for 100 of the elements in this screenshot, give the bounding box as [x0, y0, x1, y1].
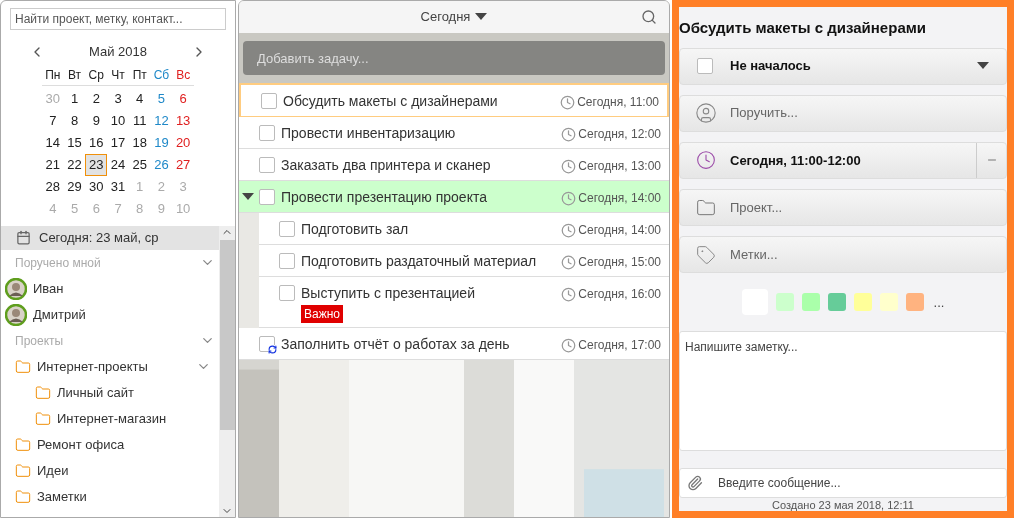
- filter-dropdown[interactable]: Сегодня: [420, 7, 488, 27]
- add-task-field[interactable]: Добавить задачу...: [243, 41, 665, 75]
- task-row[interactable]: Обсудить макеты с дизайнерами Сегодня, 11:00: [239, 83, 669, 117]
- sidebar-item[interactable]: Идеи: [37, 460, 211, 481]
- task-time: Сегодня, 14:00: [578, 190, 661, 207]
- task-time: Сегодня, 14:00: [578, 222, 661, 239]
- today-item[interactable]: Сегодня: 23 май, ср: [1, 225, 219, 250]
- calendar-day[interactable]: 27: [172, 153, 194, 176]
- calendar-day[interactable]: 12: [150, 109, 173, 132]
- status-checkbox[interactable]: [697, 58, 713, 75]
- task-row[interactable]: Заказать два принтера и сканер Сегодня, 13:00: [239, 149, 669, 181]
- calendar-day[interactable]: 31: [107, 175, 129, 198]
- paperclip-icon[interactable]: [687, 474, 703, 491]
- search-icon[interactable]: [641, 9, 657, 25]
- calendar-day[interactable]: 23: [85, 153, 108, 176]
- folder-icon: [15, 436, 31, 453]
- scrollbar[interactable]: [219, 225, 235, 517]
- weekday-label: Чт: [110, 66, 126, 84]
- task-checkbox[interactable]: [279, 253, 295, 269]
- clock-icon: [561, 126, 577, 142]
- color-swatch[interactable]: [853, 293, 872, 312]
- calendar-day[interactable]: 21: [42, 153, 64, 176]
- task-row[interactable]: Выступить с презентацией Важно Сегодня, 16:00: [259, 277, 669, 328]
- calendar-day[interactable]: 10: [107, 109, 129, 132]
- weekday-label: Вс: [175, 66, 192, 84]
- color-swatch[interactable]: [905, 293, 924, 312]
- note-field[interactable]: Напишите заметку...: [679, 331, 1007, 451]
- task-checkbox[interactable]: [279, 221, 295, 237]
- field-placeholder: Метки...: [730, 245, 779, 264]
- calendar-day[interactable]: 28: [42, 175, 64, 198]
- task-checkbox[interactable]: [259, 125, 275, 141]
- color-swatch[interactable]: [775, 293, 794, 312]
- calendar-day[interactable]: 16: [85, 131, 108, 154]
- calendar-day[interactable]: 19: [150, 131, 173, 154]
- task-row[interactable]: Заполнить отчёт о работах за день Сегодня, 17:00: [239, 328, 669, 360]
- calendar-day[interactable]: 25: [128, 153, 151, 176]
- caret-icon: [475, 13, 488, 21]
- calendar-day[interactable]: 30: [85, 175, 108, 198]
- calendar-day[interactable]: 20: [172, 131, 194, 154]
- sidebar-item[interactable]: Заметки: [37, 486, 211, 507]
- calendar-day[interactable]: 14: [42, 131, 64, 154]
- search-field[interactable]: Найти проект, метку, контакт...: [10, 8, 226, 30]
- task-row[interactable]: Подготовить раздаточный материал Сегодня, 15:00: [259, 245, 669, 277]
- time-field[interactable]: Сегодня, 11:00-12:00: [679, 141, 1007, 179]
- field-button[interactable]: Поручить...: [679, 94, 1007, 132]
- folder-icon: [35, 384, 51, 401]
- more-colors[interactable]: ...: [933, 292, 945, 313]
- collapse-caret-icon[interactable]: [242, 192, 254, 201]
- calendar-day[interactable]: 15: [63, 131, 86, 154]
- calendar-day[interactable]: 5: [150, 87, 173, 110]
- task-row[interactable]: Провести инвентаризацию Сегодня, 12:00: [239, 117, 669, 149]
- calendar-day[interactable]: 7: [42, 109, 64, 132]
- task-checkbox[interactable]: [259, 157, 275, 173]
- sidebar-item[interactable]: Интернет-проекты: [37, 356, 196, 377]
- task-row[interactable]: Провести презентацию проекта Сегодня, 14:00: [239, 181, 669, 213]
- calendar-day[interactable]: 9: [85, 109, 108, 132]
- status-dropdown[interactable]: Не началось: [679, 47, 1007, 85]
- field-placeholder: Поручить...: [730, 104, 799, 123]
- field-value: Сегодня, 11:00-12:00: [730, 151, 862, 170]
- field-button[interactable]: Метки...: [679, 236, 1007, 274]
- task-checkbox[interactable]: [261, 93, 277, 109]
- task-row[interactable]: Подготовить зал Сегодня, 14:00: [259, 213, 669, 245]
- clock-icon: [561, 286, 577, 302]
- task-checkbox[interactable]: [279, 285, 295, 301]
- avatar-icon: [5, 277, 27, 300]
- calendar-day[interactable]: 29: [63, 175, 86, 198]
- today-label: Сегодня: 23 май, ср: [39, 228, 159, 247]
- field-button[interactable]: Проект...: [679, 188, 1007, 227]
- sidebar-item[interactable]: Интернет-магазин: [57, 408, 211, 429]
- calendar-day[interactable]: 6: [172, 87, 194, 110]
- calendar-day[interactable]: 24: [107, 153, 129, 176]
- calendar-day[interactable]: 1: [63, 87, 86, 110]
- calendar-day[interactable]: 4: [128, 87, 151, 110]
- calendar-day[interactable]: 11: [128, 109, 151, 132]
- calendar-day[interactable]: 26: [150, 153, 173, 176]
- sidebar-item[interactable]: Личный сайт: [57, 382, 211, 403]
- tag-label: Важно: [301, 305, 343, 323]
- sidebar-item[interactable]: Иван: [33, 278, 211, 299]
- folder-icon: [15, 462, 31, 479]
- status-label: Не началось: [730, 57, 812, 76]
- calendar-day[interactable]: 2: [85, 87, 108, 110]
- task-title: Провести презентацию проекта: [281, 188, 487, 207]
- calendar-day[interactable]: 17: [107, 131, 129, 154]
- color-swatch[interactable]: [827, 293, 846, 312]
- task-time: Сегодня, 15:00: [578, 254, 661, 271]
- clock-icon: [561, 190, 577, 206]
- color-swatch[interactable]: [801, 293, 820, 312]
- calendar-day[interactable]: 3: [107, 87, 129, 110]
- task-checkbox[interactable]: [259, 189, 275, 205]
- weekday-label: Ср: [87, 66, 105, 84]
- calendar-day[interactable]: 8: [63, 109, 86, 132]
- sidebar-item[interactable]: Ремонт офиса: [37, 434, 211, 455]
- message-field[interactable]: Введите сообщение...: [679, 467, 1007, 498]
- weekday-label: Пт: [131, 66, 148, 84]
- calendar-day[interactable]: 22: [63, 153, 86, 176]
- weekday-label: Вт: [67, 66, 83, 84]
- color-swatch[interactable]: [879, 293, 898, 312]
- sidebar-item[interactable]: Дмитрий: [33, 304, 211, 325]
- calendar-day[interactable]: 13: [172, 109, 194, 132]
- calendar-day[interactable]: 18: [128, 131, 151, 154]
